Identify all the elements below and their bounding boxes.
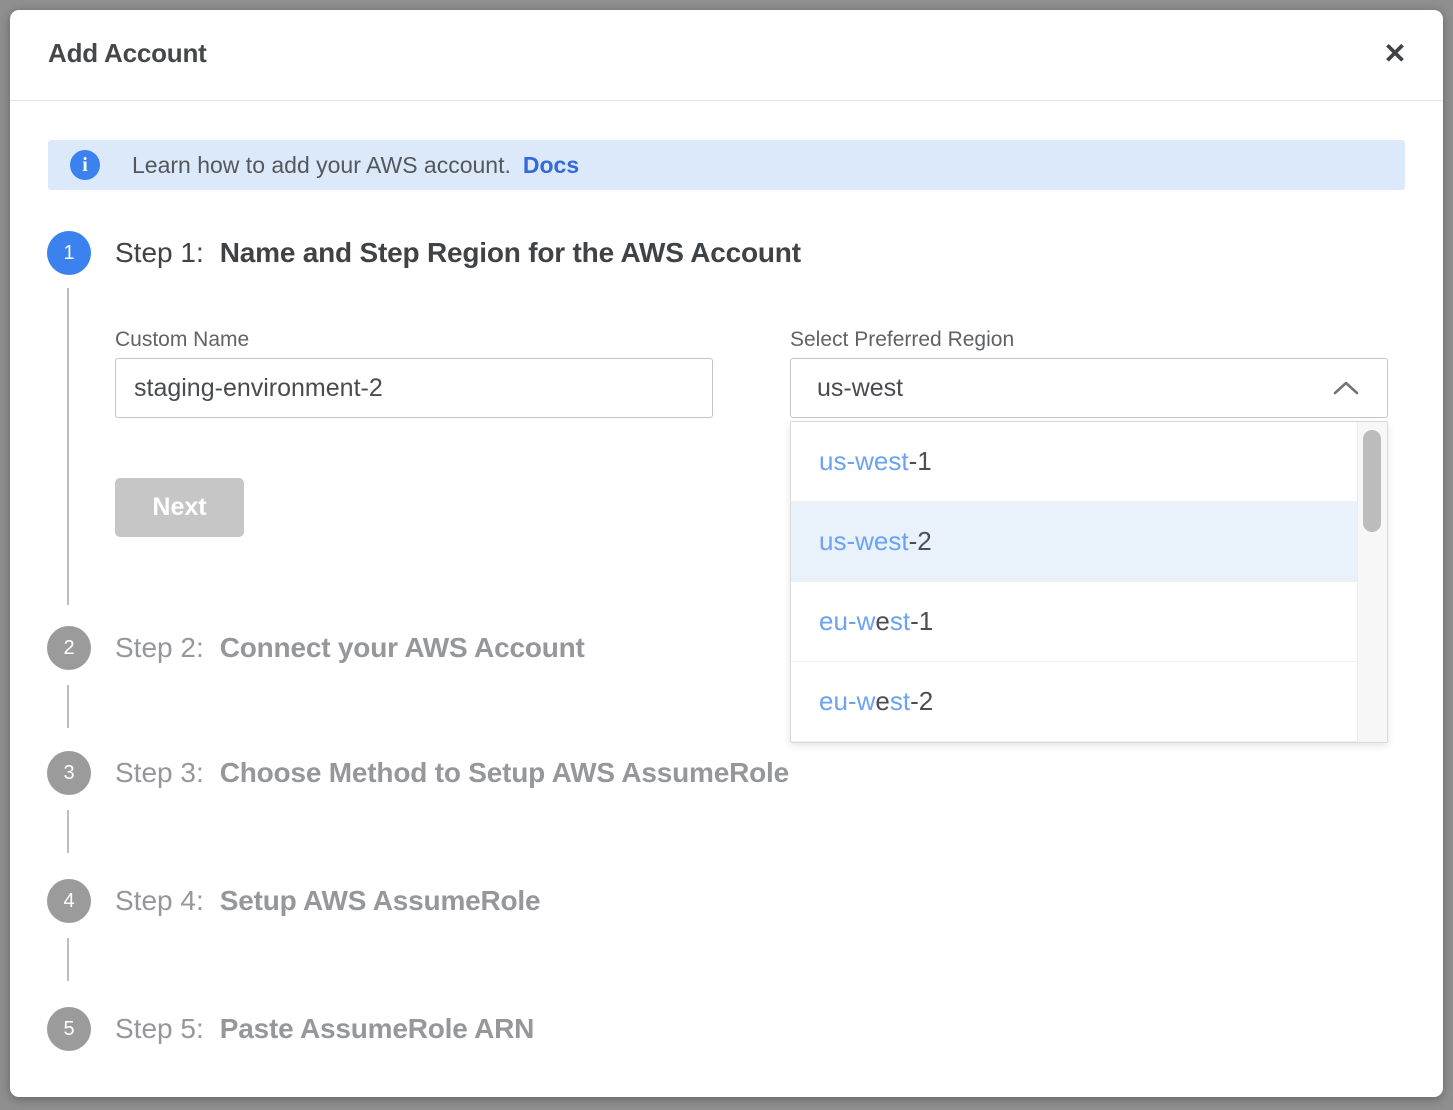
- step-1-connector: [67, 288, 69, 605]
- info-banner: i Learn how to add your AWS account. Doc…: [48, 140, 1405, 190]
- step-5-badge: 5: [47, 1007, 91, 1051]
- step-2-number: 2: [63, 637, 74, 660]
- step-5-title: Paste AssumeRole ARN: [220, 1013, 534, 1045]
- step-2-connector: [67, 685, 69, 728]
- step-3-heading: Step 3: Choose Method to Setup AWS Assume…: [115, 751, 789, 795]
- docs-link[interactable]: Docs: [523, 152, 579, 179]
- option-label: eu-west-2: [819, 686, 933, 717]
- step-3-badge: 3: [47, 751, 91, 795]
- step-3-connector: [67, 810, 69, 853]
- region-select[interactable]: us-west: [790, 358, 1388, 418]
- close-icon[interactable]: ✕: [1377, 36, 1413, 72]
- step-1-number: 1: [63, 242, 74, 265]
- dropdown-scrollbar[interactable]: [1357, 422, 1387, 742]
- option-label: us-west-1: [819, 446, 932, 477]
- custom-name-label: Custom Name: [115, 328, 249, 352]
- step-4-title: Setup AWS AssumeRole: [220, 885, 541, 917]
- region-option-us-west-1[interactable]: us-west-1: [791, 422, 1358, 502]
- option-label: eu-west-1: [819, 606, 933, 637]
- step-2-prefix: Step 2:: [115, 632, 204, 664]
- step-4-heading: Step 4: Setup AWS AssumeRole: [115, 879, 540, 923]
- region-option-us-west-2[interactable]: us-west-2: [791, 502, 1358, 582]
- region-label: Select Preferred Region: [790, 328, 1014, 352]
- info-icon: i: [70, 150, 100, 180]
- step-3-title: Choose Method to Setup AWS AssumeRole: [220, 757, 789, 789]
- scrollbar-thumb[interactable]: [1363, 430, 1381, 532]
- step-4-badge: 4: [47, 879, 91, 923]
- step-1-title: Name and Step Region for the AWS Account: [220, 237, 801, 269]
- step-5-number: 5: [63, 1018, 74, 1041]
- header-divider: [10, 100, 1443, 101]
- region-select-value: us-west: [817, 374, 903, 403]
- next-button[interactable]: Next: [115, 478, 244, 537]
- option-label: us-west-2: [819, 526, 932, 557]
- page-title: Add Account: [48, 38, 207, 69]
- step-1-prefix: Step 1:: [115, 237, 204, 269]
- region-option-eu-west-1[interactable]: eu-west-1: [791, 582, 1358, 662]
- step-3-prefix: Step 3:: [115, 757, 204, 789]
- chevron-up-icon: [1333, 379, 1359, 397]
- custom-name-input[interactable]: [115, 358, 713, 418]
- step-1-heading: Step 1: Name and Step Region for the AWS …: [115, 231, 801, 275]
- step-1-badge: 1: [47, 231, 91, 275]
- modal-header: Add Account ✕: [10, 10, 1443, 100]
- step-2-badge: 2: [47, 626, 91, 670]
- step-3-number: 3: [63, 762, 74, 785]
- step-5-heading: Step 5: Paste AssumeRole ARN: [115, 1007, 534, 1051]
- step-5-prefix: Step 5:: [115, 1013, 204, 1045]
- step-4-prefix: Step 4:: [115, 885, 204, 917]
- step-2-heading: Step 2: Connect your AWS Account: [115, 626, 585, 670]
- step-4-number: 4: [63, 890, 74, 913]
- step-2-title: Connect your AWS Account: [220, 632, 585, 664]
- step-4-connector: [67, 938, 69, 981]
- region-option-eu-west-2[interactable]: eu-west-2: [791, 662, 1358, 742]
- add-account-modal: Add Account ✕ i Learn how to add your AW…: [10, 10, 1443, 1097]
- banner-text: Learn how to add your AWS account.: [132, 152, 511, 179]
- region-dropdown: us-west-1 us-west-2 eu-west-1 eu-west-2: [790, 421, 1388, 743]
